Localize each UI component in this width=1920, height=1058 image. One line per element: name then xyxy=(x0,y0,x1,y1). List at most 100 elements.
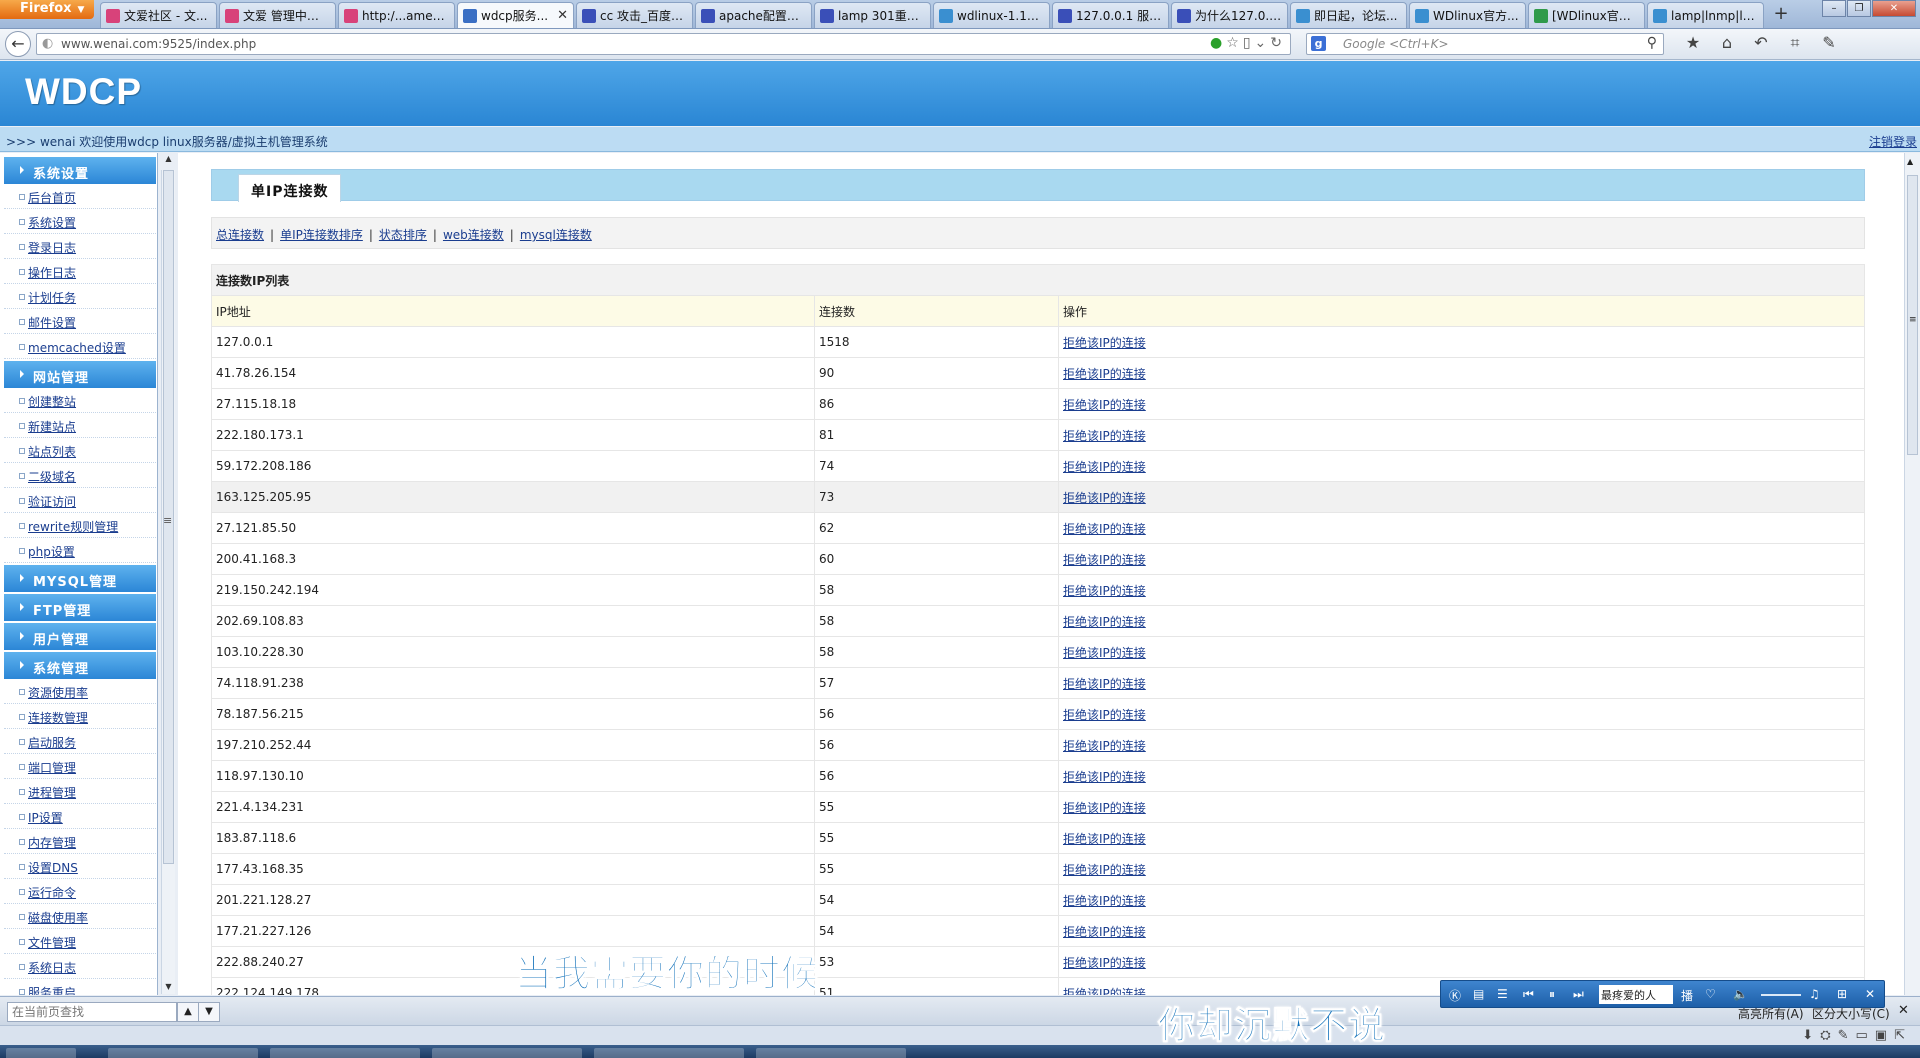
print-icon[interactable]: ▣ xyxy=(1875,1028,1894,1043)
find-input[interactable] xyxy=(7,1002,177,1022)
block-ip-link[interactable]: 拒绝该IP的连接 xyxy=(1063,553,1146,567)
player-close-icon[interactable]: ✕ xyxy=(1865,987,1875,1001)
sidebar-item[interactable]: 设置DNS xyxy=(4,854,156,879)
find-previous-button[interactable]: ▲ xyxy=(177,1002,199,1022)
sidebar-item[interactable]: 系统设置 xyxy=(4,209,156,234)
block-ip-link[interactable]: 拒绝该IP的连接 xyxy=(1063,398,1146,412)
logout-link[interactable]: 注销登录 xyxy=(1869,133,1917,150)
scroll-down-arrow[interactable]: ▼ xyxy=(162,982,175,996)
addon-icon[interactable]: ✎ xyxy=(1812,33,1846,53)
block-ip-link[interactable]: 拒绝该IP的连接 xyxy=(1063,925,1146,939)
subnav-link[interactable]: 总连接数 xyxy=(216,228,264,242)
sidebar-item[interactable]: 邮件设置 xyxy=(4,309,156,334)
sidebar-item[interactable]: rewrite规则管理 xyxy=(4,513,156,538)
browser-tab[interactable]: wdcp服务... ✕ xyxy=(457,2,574,28)
restore-button[interactable]: ❐ xyxy=(1847,0,1871,17)
phone-icon[interactable]: ▯ xyxy=(1243,35,1255,51)
tab-close-icon[interactable]: ✕ xyxy=(557,8,568,23)
minimize-button[interactable]: – xyxy=(1822,0,1846,17)
browser-tab[interactable]: apache配置30... xyxy=(695,2,812,28)
block-ip-link[interactable]: 拒绝该IP的连接 xyxy=(1063,894,1146,908)
share-icon[interactable]: ⇱ xyxy=(1894,1028,1912,1043)
sidebar-item[interactable]: 后台首页 xyxy=(4,184,156,209)
pen-icon[interactable]: ✎ xyxy=(1838,1028,1856,1043)
firefox-menu-button[interactable]: Firefox ▼ xyxy=(0,0,94,19)
block-ip-link[interactable]: 拒绝该IP的连接 xyxy=(1063,460,1146,474)
new-tab-button[interactable]: + xyxy=(1770,4,1792,26)
frame-splitter-grip[interactable]: ≡ xyxy=(163,514,172,527)
sidebar-item[interactable]: 服务重启 xyxy=(4,979,156,995)
sidebar-item[interactable]: 系统日志 xyxy=(4,954,156,979)
mini-mode-icon[interactable]: ⊞ xyxy=(1837,987,1847,1001)
sidebar-item[interactable]: 磁盘使用率 xyxy=(4,904,156,929)
sidebar-item[interactable]: 操作日志 xyxy=(4,259,156,284)
browser-tab[interactable]: 为什么127.0.0... xyxy=(1171,2,1288,28)
block-ip-link[interactable]: 拒绝该IP的连接 xyxy=(1063,708,1146,722)
browser-tab[interactable]: lamp 301重定... xyxy=(814,2,931,28)
addon-bar-icon[interactable]: ⛭ xyxy=(1820,1028,1837,1043)
block-ip-link[interactable]: 拒绝该IP的连接 xyxy=(1063,956,1146,970)
taskbar-item[interactable] xyxy=(594,1048,744,1058)
sidebar-item[interactable]: 验证访问 xyxy=(4,488,156,513)
previous-track-icon[interactable]: ⏮ xyxy=(1523,987,1534,1002)
scroll-up-arrow[interactable]: ▲ xyxy=(162,154,175,168)
block-ip-link[interactable]: 拒绝该IP的连接 xyxy=(1063,491,1146,505)
block-ip-link[interactable]: 拒绝该IP的连接 xyxy=(1063,367,1146,381)
sidebar-section-header[interactable]: 网站管理 xyxy=(4,361,156,388)
block-ip-link[interactable]: 拒绝该IP的连接 xyxy=(1063,522,1146,536)
undo-icon[interactable]: ↶ xyxy=(1744,33,1778,53)
taskbar-item[interactable] xyxy=(108,1048,258,1058)
browser-tab[interactable]: 即日起，论坛... xyxy=(1290,2,1407,28)
sidebar-item[interactable]: 创建整站 xyxy=(4,388,156,413)
bookmark-star-icon[interactable]: ☆ xyxy=(1226,35,1243,51)
find-next-button[interactable]: ▼ xyxy=(198,1002,220,1022)
close-icon[interactable]: ✕ xyxy=(1898,1003,1909,1018)
block-ip-link[interactable]: 拒绝该IP的连接 xyxy=(1063,832,1146,846)
sidebar-item[interactable]: 二级域名 xyxy=(4,463,156,488)
block-ip-link[interactable]: 拒绝该IP的连接 xyxy=(1063,429,1146,443)
sidebar-section-header[interactable]: FTP管理 xyxy=(4,594,156,621)
sidebar-item[interactable]: 站点列表 xyxy=(4,438,156,463)
crop-icon[interactable]: ⌗ xyxy=(1778,33,1812,53)
download-icon[interactable]: ⬇ xyxy=(1802,1028,1820,1043)
home-icon[interactable]: ⌂ xyxy=(1710,33,1744,53)
sidebar-item[interactable]: 运行命令 xyxy=(4,879,156,904)
scroll-up-arrow[interactable]: ▲ xyxy=(1907,157,1913,166)
sidebar-item[interactable]: 资源使用率 xyxy=(4,679,156,704)
start-button[interactable] xyxy=(6,1048,76,1058)
subnav-link[interactable]: 单IP连接数排序 xyxy=(280,228,363,242)
lyric-toggle-icon[interactable]: ▤ xyxy=(1473,987,1484,1001)
sound-effect-icon[interactable]: ♫ xyxy=(1809,987,1820,1001)
sidebar-item[interactable]: 登录日志 xyxy=(4,234,156,259)
magnifier-icon[interactable]: ⚲ xyxy=(1647,35,1657,51)
search-engine-icon[interactable]: g xyxy=(1311,36,1326,51)
sidebar-item[interactable]: 内存管理 xyxy=(4,829,156,854)
sidebar-section-header[interactable]: 用户管理 xyxy=(4,623,156,650)
next-track-icon[interactable]: ⏭ xyxy=(1573,987,1584,1002)
sidebar-item[interactable]: memcached设置 xyxy=(4,334,156,359)
sidebar-section-header[interactable]: MYSQL管理 xyxy=(4,565,156,592)
volume-slider[interactable] xyxy=(1761,994,1801,996)
block-ip-link[interactable]: 拒绝该IP的连接 xyxy=(1063,584,1146,598)
reload-icon[interactable]: ↻ xyxy=(1270,35,1286,51)
go-icon[interactable]: ● xyxy=(1210,35,1226,51)
window-icon[interactable]: ▭ xyxy=(1856,1028,1875,1043)
taskbar-item[interactable] xyxy=(270,1048,420,1058)
dropdown-icon[interactable]: ⌄ xyxy=(1255,35,1271,51)
window-close-button[interactable]: ✕ xyxy=(1872,0,1916,17)
sidebar-item[interactable]: IP设置 xyxy=(4,804,156,829)
block-ip-link[interactable]: 拒绝该IP的连接 xyxy=(1063,801,1146,815)
block-ip-link[interactable]: 拒绝该IP的连接 xyxy=(1063,770,1146,784)
block-ip-link[interactable]: 拒绝该IP的连接 xyxy=(1063,336,1146,350)
bookmarks-icon[interactable]: ★ xyxy=(1676,33,1710,53)
sidebar-item[interactable]: 连接数管理 xyxy=(4,704,156,729)
block-ip-link[interactable]: 拒绝该IP的连接 xyxy=(1063,646,1146,660)
browser-tab[interactable]: http:/...ame=no xyxy=(338,2,455,28)
site-identity-icon[interactable]: ◐ xyxy=(42,36,53,51)
block-ip-link[interactable]: 拒绝该IP的连接 xyxy=(1063,863,1146,877)
block-ip-link[interactable]: 拒绝该IP的连接 xyxy=(1063,677,1146,691)
sidebar-section-header[interactable]: 系统管理 xyxy=(4,652,156,679)
main-scrollbar[interactable]: ▲ ≡ xyxy=(1904,153,1920,995)
subnav-link[interactable]: web连接数 xyxy=(443,228,504,242)
subnav-link[interactable]: 状态排序 xyxy=(379,228,427,242)
